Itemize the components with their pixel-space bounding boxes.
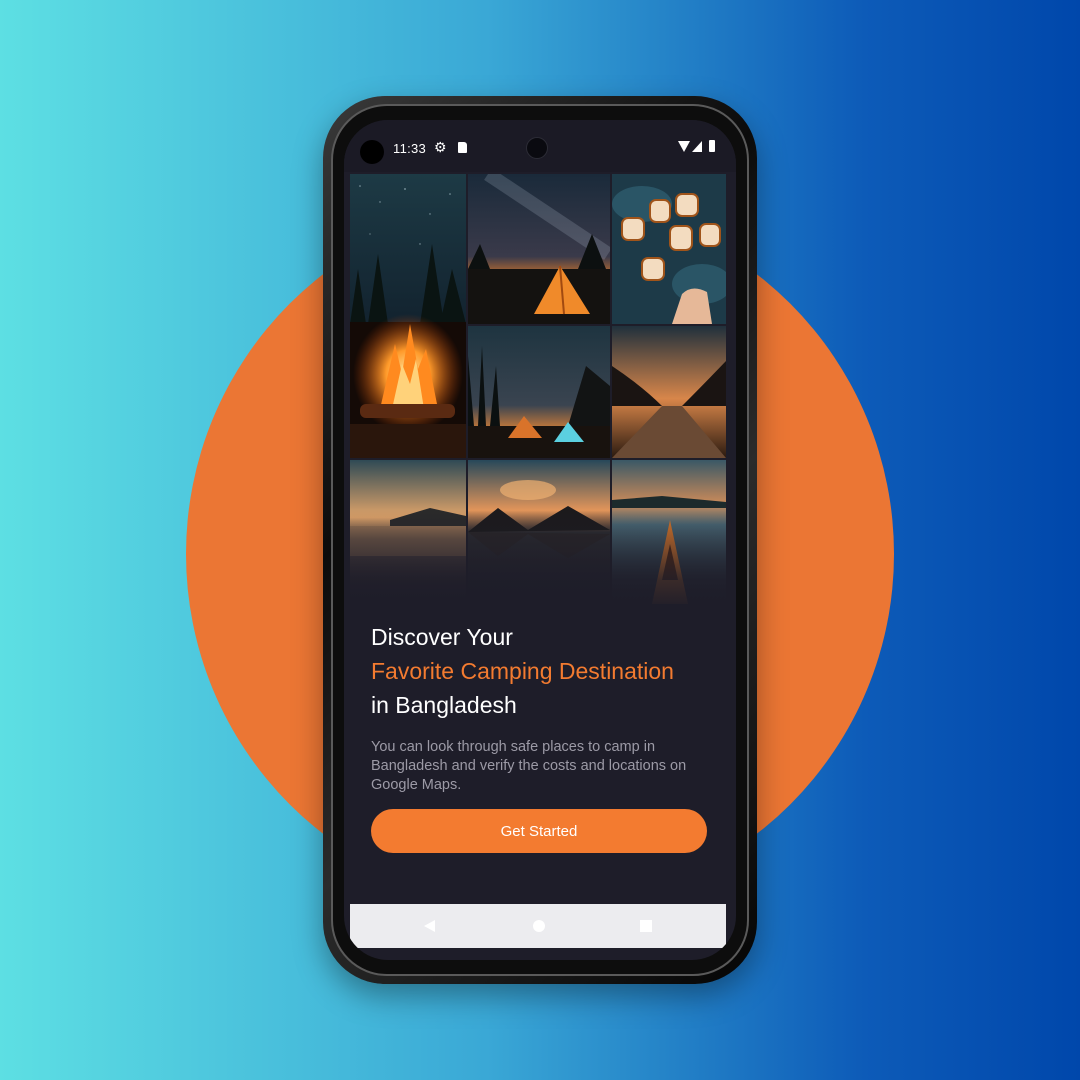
photo-mountain-road	[612, 326, 726, 458]
photo-campfire	[350, 174, 466, 458]
wifi-icon	[678, 141, 690, 152]
hero-description: You can look through safe places to camp…	[371, 739, 687, 793]
hero-headline: Discover Your Favorite Camping Destinati…	[371, 620, 721, 722]
photo-lakeside-tents	[468, 326, 610, 458]
camera-cutout	[360, 140, 384, 164]
sd-card-icon	[458, 142, 467, 153]
navigation-bar	[350, 904, 726, 948]
photo-marshmallows	[612, 174, 726, 324]
gallery-fade	[344, 510, 736, 610]
photo-tent-milky-way	[468, 174, 610, 324]
back-icon[interactable]	[424, 920, 435, 932]
headline-line-3: in Bangladesh	[371, 692, 517, 718]
phone-screen: 11:33 ⚙ Discover Your Favorite Camping D…	[344, 120, 736, 960]
status-bar: 11:33 ⚙	[344, 120, 736, 172]
recents-icon[interactable]	[640, 920, 652, 932]
battery-icon	[709, 140, 715, 152]
front-camera	[526, 137, 548, 159]
signal-icon	[692, 141, 702, 152]
gear-icon: ⚙	[434, 139, 447, 155]
home-icon[interactable]	[533, 920, 545, 932]
headline-line-2: Favorite Camping Destination	[371, 658, 674, 684]
headline-line-1: Discover Your	[371, 624, 513, 650]
get-started-button[interactable]: Get Started	[371, 809, 707, 853]
status-time: 11:33	[393, 141, 427, 156]
